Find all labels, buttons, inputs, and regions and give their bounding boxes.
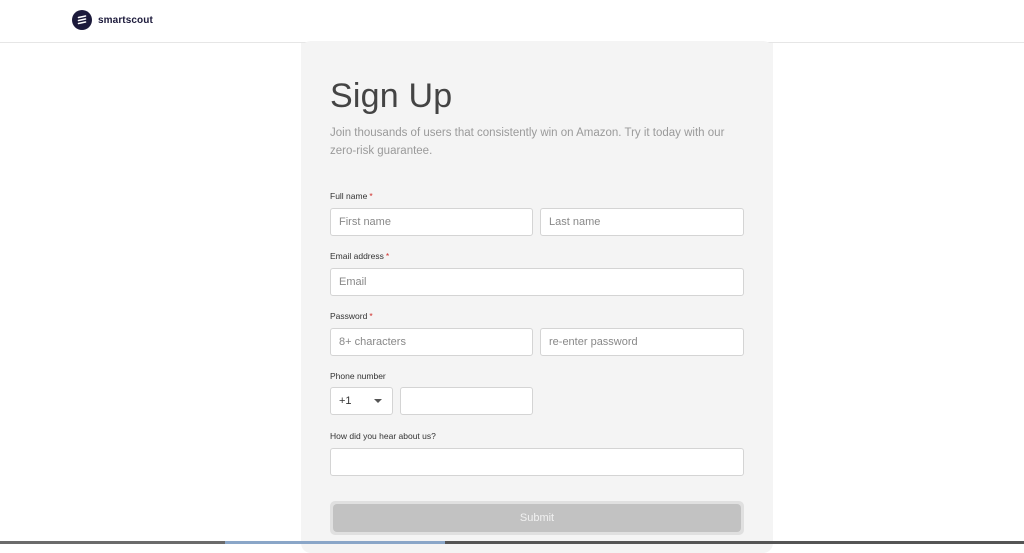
email-label-text: Email address xyxy=(330,251,384,261)
confirm-password-placeholder: re-enter password xyxy=(549,336,638,348)
referral-label: How did you hear about us? xyxy=(330,431,436,441)
password-label-text: Password xyxy=(330,311,368,321)
country-code-select[interactable]: +1 xyxy=(330,387,393,415)
caret-down-icon xyxy=(374,399,382,403)
full-name-label-text: Full name xyxy=(330,191,368,201)
full-name-label: Full name * xyxy=(330,191,373,201)
first-name-placeholder: First name xyxy=(339,216,391,228)
password-label: Password * xyxy=(330,311,373,321)
phone-input[interactable] xyxy=(400,387,533,415)
required-mark: * xyxy=(369,191,373,201)
first-name-input[interactable]: First name xyxy=(330,208,533,236)
last-name-input[interactable]: Last name xyxy=(540,208,744,236)
brand-name: smartscout xyxy=(98,14,153,26)
submit-button-wrapper: Submit xyxy=(330,501,744,535)
required-mark: * xyxy=(385,251,390,261)
referral-input[interactable] xyxy=(330,448,744,476)
phone-label: Phone number xyxy=(330,371,386,381)
smartscout-logo-icon xyxy=(72,10,92,30)
brand-logo[interactable]: smartscout xyxy=(72,10,153,30)
submit-button[interactable]: Submit xyxy=(333,504,741,532)
password-placeholder: 8+ characters xyxy=(339,336,406,348)
confirm-password-input[interactable]: re-enter password xyxy=(540,328,744,356)
last-name-placeholder: Last name xyxy=(549,216,601,228)
password-input[interactable]: 8+ characters xyxy=(330,328,533,356)
email-label: Email address * xyxy=(330,251,389,261)
signup-card: Sign Up Join thousands of users that con… xyxy=(301,41,773,553)
country-code-value: +1 xyxy=(339,395,352,407)
page-subtitle: Join thousands of users that consistentl… xyxy=(330,127,725,157)
email-input[interactable]: Email xyxy=(330,268,744,296)
page-title: Sign Up xyxy=(330,77,453,115)
top-bar: smartscout xyxy=(0,0,1024,43)
required-mark: * xyxy=(369,311,373,321)
email-placeholder: Email xyxy=(339,276,367,288)
